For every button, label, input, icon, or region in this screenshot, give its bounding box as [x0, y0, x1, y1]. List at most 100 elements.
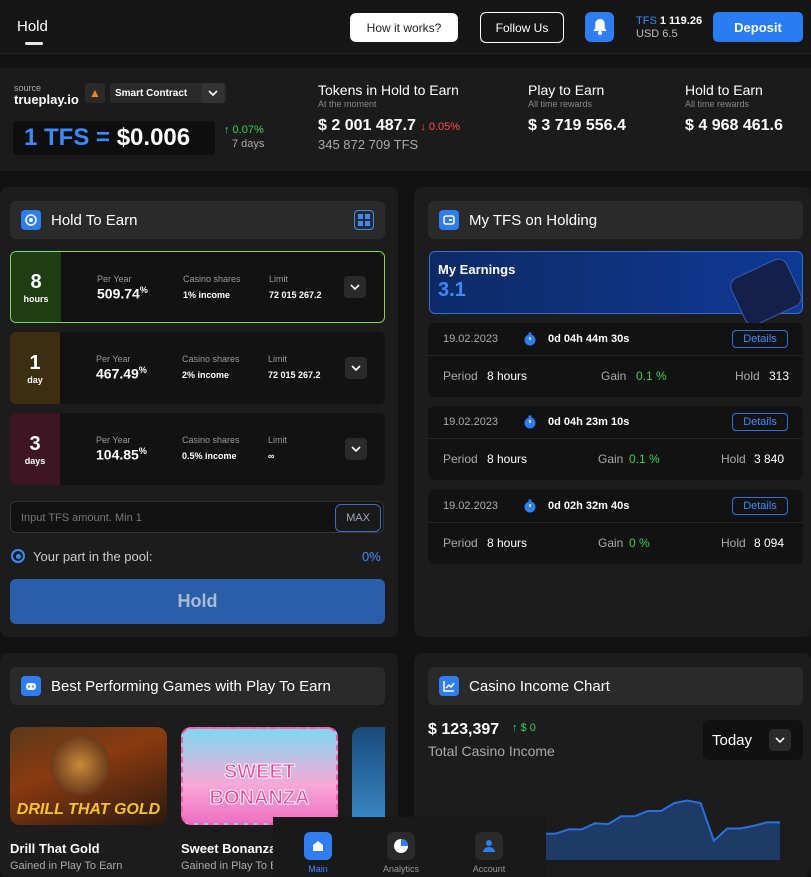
plan-option-hours[interactable]: 8 hours Per Year 509.74% Casino shares 1…: [10, 251, 385, 323]
hold-to-earn-header: Hold To Earn: [10, 201, 385, 239]
holding-period-value: 8 hours: [487, 452, 528, 466]
plan-rate: 467.49: [96, 365, 139, 382]
source-name[interactable]: trueplay.io: [14, 92, 79, 107]
holding-hold-label: Hold: [721, 536, 746, 550]
game-card-drill-that-gold[interactable]: DRILL THAT GOLD: [10, 727, 167, 825]
plan-expand-button[interactable]: [345, 438, 367, 460]
details-button[interactable]: Details: [732, 497, 788, 515]
holding-gain-label: Gain: [598, 536, 624, 550]
tfs-price: 1 TFS = $0.006: [13, 121, 215, 155]
game-name: Drill That Gold: [10, 841, 100, 856]
game-sub: Gained in Play To Earn: [10, 860, 123, 872]
how-it-works-button[interactable]: How it works?: [350, 13, 458, 42]
holding-gain-label: Gain: [598, 452, 624, 466]
plan-rate: 104.85: [96, 446, 139, 463]
hold-to-earn-title: Hold To Earn: [51, 211, 138, 229]
details-button[interactable]: Details: [732, 330, 788, 348]
plan-duration: 1 day: [10, 332, 60, 404]
game-sub: Gained in Play To Earn: [181, 860, 273, 872]
holding-timer: 0d 04h 44m 30s: [548, 333, 630, 345]
holding-hold-value: 3 840: [754, 452, 785, 466]
plan-expand-button[interactable]: [345, 357, 367, 379]
period-select[interactable]: Today: [703, 720, 803, 760]
plan-duration-number: 3: [29, 432, 41, 455]
notifications-button[interactable]: [585, 12, 614, 42]
hold-to-earn-sub: All time rewards: [685, 99, 750, 109]
holding-hold-label: Hold: [735, 369, 760, 383]
bell-icon: [593, 19, 606, 35]
plan-rate-unit: %: [138, 365, 147, 375]
tokens-change: ↓ 0.05%: [420, 121, 461, 133]
plan-shares-label: Casino shares: [183, 274, 241, 284]
coins-icon: [21, 210, 41, 230]
holding-hold-label: Hold: [721, 452, 746, 466]
nav-analytics-label: Analytics: [382, 864, 419, 874]
game-art-title: DRILL THAT GOLD: [16, 801, 161, 818]
plan-duration-unit: days: [24, 455, 46, 466]
deposit-button[interactable]: Deposit: [713, 12, 803, 42]
nav-analytics[interactable]: Analytics: [366, 817, 436, 877]
holding-period-label: Period: [443, 452, 478, 466]
holding-divider: [428, 522, 803, 523]
holding-hold-value: 8 094: [754, 536, 785, 550]
price-change: ↑ 0.07%: [224, 124, 264, 136]
holding-period-label: Period: [443, 536, 478, 550]
wallet-icon: [439, 210, 459, 230]
plan-per-year-label: Per Year: [97, 274, 132, 284]
plan-duration-unit: day: [27, 374, 43, 385]
holding-gain-label: Gain: [601, 369, 627, 383]
holding-period-label: Period: [443, 369, 478, 383]
plan-per-year-label: Per Year: [96, 354, 131, 364]
plan-rate: 509.74: [97, 285, 140, 302]
games-header: Best Performing Games with Play To Earn: [10, 667, 385, 705]
plan-duration-unit: hours: [23, 293, 49, 304]
game-name: Sweet Bonanza: [181, 841, 273, 856]
chevron-down-icon: [351, 446, 361, 452]
balance-tfs-prefix: TFS: [636, 15, 657, 27]
home-icon: [304, 832, 332, 860]
nav-main[interactable]: Main: [283, 817, 353, 877]
price-value: $0.006: [116, 124, 191, 151]
pool-icon: [11, 549, 25, 563]
hold-to-earn-value: $ 4 968 461.6: [685, 117, 783, 134]
plan-duration: 8 hours: [11, 252, 61, 322]
plan-option-days[interactable]: 3 days Per Year 104.85% Casino shares 0.…: [10, 413, 385, 485]
smart-contract-dropdown[interactable]: [202, 83, 224, 103]
plan-limit-value: 72 015 267.2: [268, 370, 321, 380]
nav-account[interactable]: Account: [454, 817, 524, 877]
details-button[interactable]: Details: [732, 413, 788, 431]
max-button[interactable]: MAX: [335, 504, 381, 532]
tfs-amount-input[interactable]: [21, 509, 321, 527]
plan-per-year-value: 467.49%: [96, 365, 147, 382]
game-card-partial[interactable]: [352, 727, 385, 825]
nav-main-label: Main: [308, 864, 328, 874]
plan-rate-unit: %: [139, 285, 148, 295]
games-title: Best Performing Games with Play To Earn: [51, 677, 331, 695]
hold-button[interactable]: Hold: [10, 579, 385, 624]
period-dropdown[interactable]: [769, 729, 791, 751]
plan-per-year-value: 104.85%: [96, 446, 147, 463]
balance-usd: USD 6.5: [636, 28, 678, 40]
plan-option-day[interactable]: 1 day Per Year 467.49% Casino shares 2% …: [10, 332, 385, 404]
holding-gain-value: 0.1 %: [629, 452, 660, 466]
plan-expand-button[interactable]: [344, 276, 366, 298]
income-area-chart: [542, 799, 780, 860]
casino-income-header: Casino Income Chart: [428, 667, 803, 705]
stopwatch-icon: [524, 415, 536, 429]
holding-divider: [428, 438, 803, 439]
plan-rate-unit: %: [138, 446, 147, 456]
metamask-fox-icon[interactable]: ▲: [85, 83, 105, 103]
tokens-value: $ 2 001 487.7: [318, 117, 416, 134]
holding-timer: 0d 02h 32m 40s: [548, 500, 630, 512]
tfs-amount-field: MAX: [10, 501, 384, 533]
follow-us-button[interactable]: Follow Us: [480, 12, 564, 43]
income-change: ↑ $ 0: [512, 722, 536, 734]
holding-hold-value: 313: [769, 369, 790, 383]
earnings-value: 3.1: [438, 279, 466, 301]
bottom-nav: Main Analytics Account: [273, 817, 546, 877]
tokens-in-hold-title: Tokens in Hold to Earn: [318, 82, 459, 98]
calculator-icon: [358, 214, 370, 226]
calculator-button[interactable]: [354, 210, 374, 230]
game-card-sweet-bonanza[interactable]: SWEET BONANZA: [181, 727, 338, 825]
game-art-title: SWEET BONANZA: [209, 761, 310, 810]
